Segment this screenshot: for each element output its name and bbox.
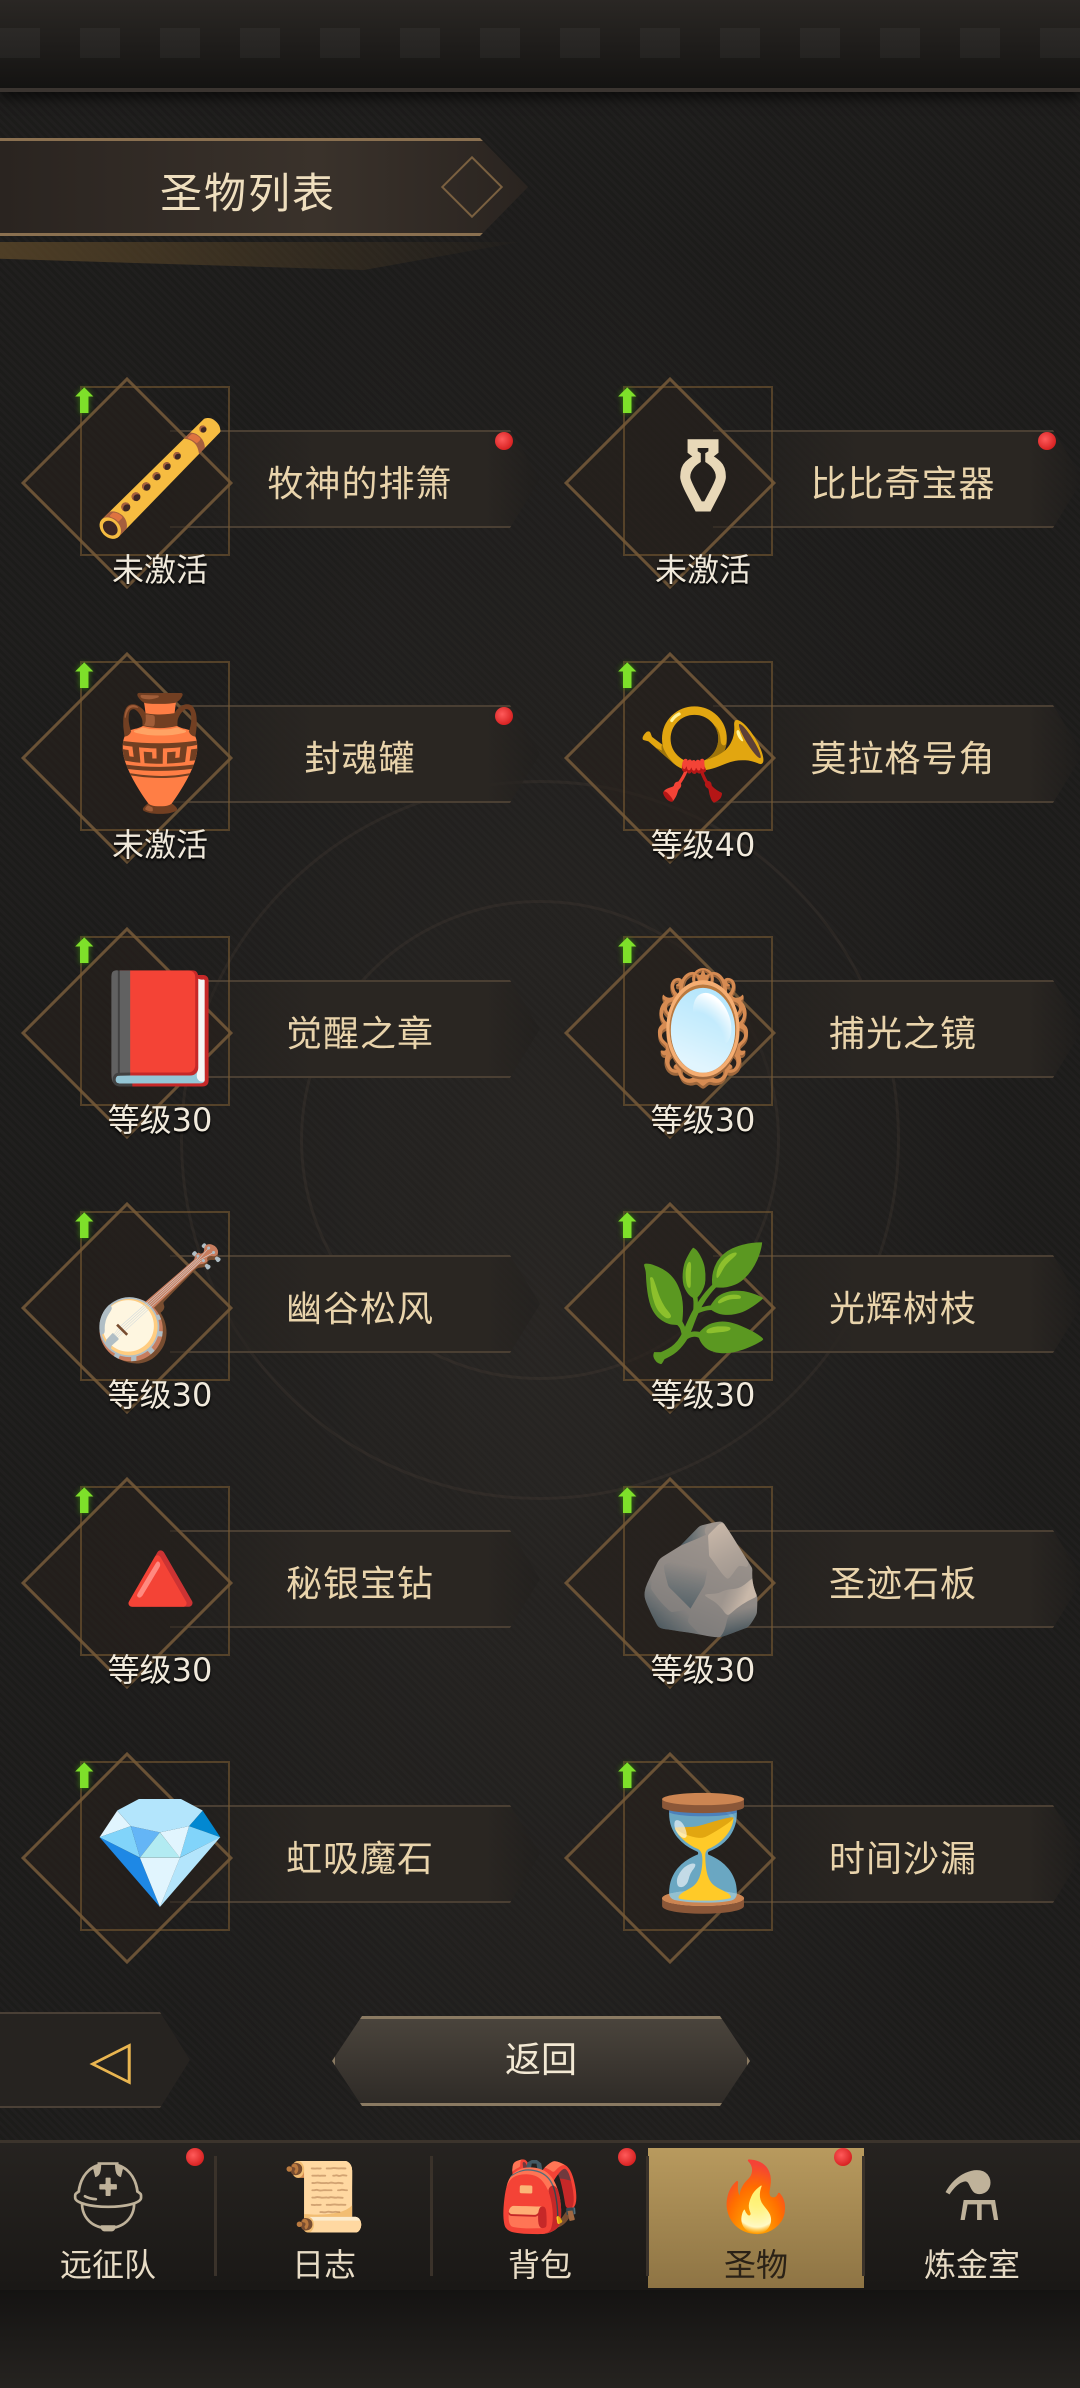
relic-card[interactable]: 🪕 ⬆ 幽谷松风 等级30 xyxy=(20,1185,550,1425)
notification-dot xyxy=(1038,432,1056,450)
notification-dot xyxy=(618,2148,636,2166)
left-arrow-icon[interactable]: ◁ xyxy=(60,2028,160,2092)
relic-card[interactable]: ⚱ ⬆ 比比奇宝器 未激活 xyxy=(563,360,1080,600)
nav-tab-3[interactable]: 🔥 圣物 xyxy=(648,2148,864,2288)
notification-dot xyxy=(495,432,513,450)
relic-name: 圣迹石板 xyxy=(828,1564,977,1605)
upgrade-arrow-icon: ⬆ xyxy=(613,657,642,697)
relic-card[interactable]: 🪨 ⬆ 圣迹石板 等级30 xyxy=(563,1460,1080,1700)
upgrade-arrow-icon: ⬆ xyxy=(70,1757,99,1797)
nav-separator xyxy=(862,2156,865,2276)
upgrade-arrow-icon: ⬆ xyxy=(70,657,99,697)
upgrade-arrow-icon: ⬆ xyxy=(70,1207,99,1247)
relic-name: 秘银宝钻 xyxy=(285,1564,434,1605)
upgrade-arrow-icon: ⬆ xyxy=(613,932,642,972)
relic-name: 比比奇宝器 xyxy=(810,464,996,505)
relic-name: 虹吸魔石 xyxy=(285,1839,434,1880)
torch-icon: 🔥 xyxy=(713,2158,799,2237)
relic-card[interactable]: 🪈 ⬆ 牧神的排箫 未激活 xyxy=(20,360,550,600)
alchemy-icon: ⚗ xyxy=(941,2158,1003,2237)
relic-name: 幽谷松风 xyxy=(285,1289,434,1330)
nav-label: 远征队 xyxy=(59,2246,156,2284)
upgrade-arrow-icon: ⬆ xyxy=(613,1757,642,1797)
relic-status: 未激活 xyxy=(111,551,208,589)
relic-status: 等级30 xyxy=(650,1376,756,1414)
relic-card[interactable]: 🏺 ⬆ 封魂罐 未激活 xyxy=(20,635,550,875)
relic-status: 等级30 xyxy=(650,1101,756,1139)
return-button[interactable]: 返回 xyxy=(332,2016,750,2106)
scroll-icon: 📜 xyxy=(281,2158,367,2237)
nav-label: 背包 xyxy=(507,2246,572,2284)
nav-label: 炼金室 xyxy=(923,2246,1020,2284)
relic-card[interactable]: ⏳ ⬆ 时间沙漏 xyxy=(563,1735,1080,1975)
relic-status: 等级30 xyxy=(107,1651,213,1689)
relic-name: 光辉树枝 xyxy=(828,1289,977,1330)
nav-label: 圣物 xyxy=(723,2246,788,2284)
relic-name: 觉醒之章 xyxy=(285,1014,434,1055)
relic-name: 牧神的排箫 xyxy=(267,464,453,505)
nav-label: 日志 xyxy=(291,2246,356,2284)
relic-name: 莫拉格号角 xyxy=(810,739,996,780)
page-title: 圣物列表 xyxy=(160,169,337,218)
relic-card[interactable]: 💎 ⬆ 虹吸魔石 xyxy=(20,1735,550,1975)
relic-name: 捕光之镜 xyxy=(828,1014,977,1055)
backpack-icon: 🎒 xyxy=(497,2158,583,2237)
upgrade-arrow-icon: ⬆ xyxy=(70,1482,99,1522)
relic-status: 等级30 xyxy=(107,1376,213,1414)
relic-card[interactable]: 📯 ⬆ 莫拉格号角 等级40 xyxy=(563,635,1080,875)
upgrade-arrow-icon: ⬆ xyxy=(70,382,99,422)
upgrade-arrow-icon: ⬆ xyxy=(613,382,642,422)
nav-tab-1[interactable]: 📜 日志 xyxy=(216,2148,432,2288)
relic-card[interactable]: 🌿 ⬆ 光辉树枝 等级30 xyxy=(563,1185,1080,1425)
notification-dot xyxy=(186,2148,204,2166)
relic-status: 未激活 xyxy=(654,551,751,589)
viking-helmet-icon: ⛑ xyxy=(64,2158,152,2237)
bottom-ornament-border xyxy=(0,2290,1080,2388)
relic-name: 时间沙漏 xyxy=(828,1839,977,1880)
notification-dot xyxy=(495,707,513,725)
relic-card[interactable]: 🪞 ⬆ 捕光之镜 等级30 xyxy=(563,910,1080,1150)
relic-card[interactable]: 📕 ⬆ 觉醒之章 等级30 xyxy=(20,910,550,1150)
relic-status: 等级30 xyxy=(107,1101,213,1139)
nav-separator xyxy=(214,2156,217,2276)
upgrade-arrow-icon: ⬆ xyxy=(613,1482,642,1522)
relic-status: 等级30 xyxy=(650,1651,756,1689)
top-ornament-border xyxy=(0,0,1080,92)
upgrade-arrow-icon: ⬆ xyxy=(70,932,99,972)
nav-separator xyxy=(646,2156,649,2276)
relic-status: 等级40 xyxy=(650,826,756,864)
relic-status: 未激活 xyxy=(111,826,208,864)
upgrade-arrow-icon: ⬆ xyxy=(613,1207,642,1247)
relic-name: 封魂罐 xyxy=(304,739,416,780)
nav-tab-0[interactable]: ⛑ 远征队 xyxy=(0,2148,216,2288)
relic-card[interactable]: 🔺 ⬆ 秘银宝钻 等级30 xyxy=(20,1460,550,1700)
nav-tab-2[interactable]: 🎒 背包 xyxy=(432,2148,648,2288)
nav-tab-4[interactable]: ⚗ 炼金室 xyxy=(864,2148,1080,2288)
nav-separator xyxy=(430,2156,433,2276)
notification-dot xyxy=(834,2148,852,2166)
